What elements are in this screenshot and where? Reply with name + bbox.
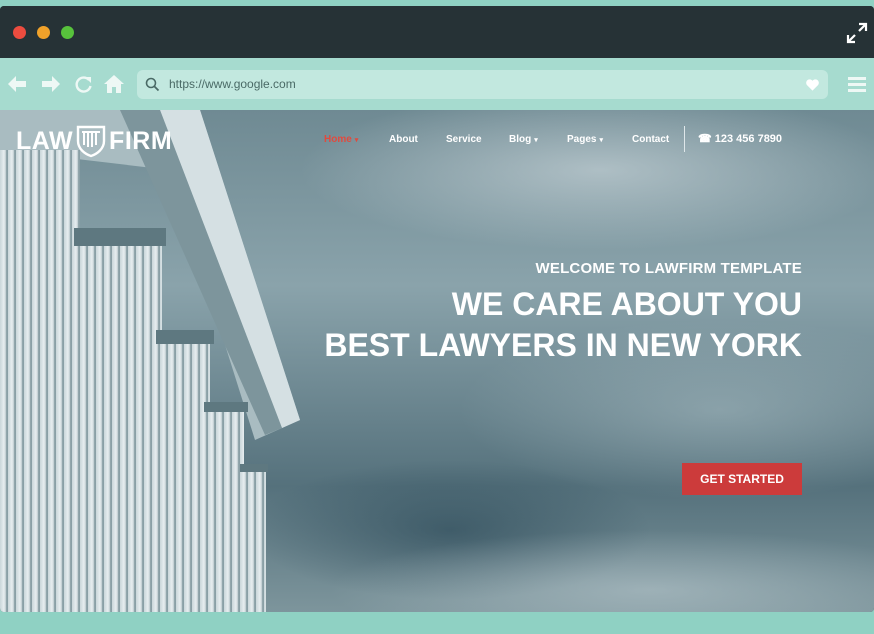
nav-divider — [684, 126, 685, 152]
hero-section: LAW FIRM Home ▾ About Service Blog ▾ Pages… — [0, 110, 874, 612]
hero-headline-1: WE CARE ABOUT YOU — [451, 286, 802, 322]
nav-item-label: Contact — [632, 134, 670, 145]
url-text: https://www.google.com — [169, 77, 296, 91]
nav-item-blog[interactable]: Blog ▾ — [509, 134, 538, 145]
nav-item-label: About — [389, 134, 418, 145]
heart-icon[interactable] — [805, 77, 820, 92]
reload-icon[interactable] — [73, 74, 95, 94]
nav-item-home[interactable]: Home ▾ — [324, 134, 358, 145]
nav-item-contact[interactable]: Contact — [632, 134, 669, 145]
phone-number[interactable]: ☎ 123 456 7890 — [698, 132, 782, 145]
frame-bottom — [0, 612, 874, 634]
get-started-button[interactable]: GET STARTED — [682, 463, 802, 495]
title-bar — [0, 6, 874, 58]
minimize-dot[interactable] — [37, 26, 50, 39]
expand-icon[interactable] — [846, 22, 868, 44]
logo-text-left: LAW — [16, 126, 74, 155]
caret-down-icon: ▾ — [534, 137, 538, 144]
maximize-dot[interactable] — [61, 26, 74, 39]
hero-headline-2: BEST LAWYERS IN NEW YORK — [324, 327, 802, 363]
nav-item-label: Service — [446, 134, 482, 145]
shield-logo-icon — [76, 125, 106, 158]
nav-item-label: Home — [324, 134, 352, 145]
address-bar[interactable]: https://www.google.com — [137, 70, 828, 99]
forward-arrow-icon[interactable] — [40, 74, 62, 94]
caret-down-icon: ▾ — [354, 137, 359, 144]
close-dot[interactable] — [13, 26, 26, 39]
nav-item-service[interactable]: Service — [446, 134, 482, 145]
browser-toolbar: https://www.google.com — [0, 58, 874, 110]
caret-down-icon: ▾ — [599, 137, 603, 144]
search-icon — [145, 77, 160, 92]
logo-text-right: FIRM — [109, 126, 173, 155]
home-icon[interactable] — [103, 74, 125, 94]
courthouse-columns-image — [0, 110, 300, 612]
nav-item-about[interactable]: About — [389, 134, 418, 145]
nav-item-pages[interactable]: Pages ▾ — [567, 134, 603, 145]
welcome-text: WELCOME TO LAWFIRM TEMPLATE — [535, 260, 802, 277]
back-arrow-icon[interactable] — [6, 74, 28, 94]
browser-window: https://www.google.com LAW FIRM Home ▾ A… — [0, 6, 874, 612]
nav-item-label: Blog — [509, 134, 532, 145]
site-logo[interactable]: LAW FIRM — [16, 124, 172, 158]
hamburger-menu-icon[interactable] — [848, 76, 866, 92]
nav-item-label: Pages — [567, 134, 597, 145]
